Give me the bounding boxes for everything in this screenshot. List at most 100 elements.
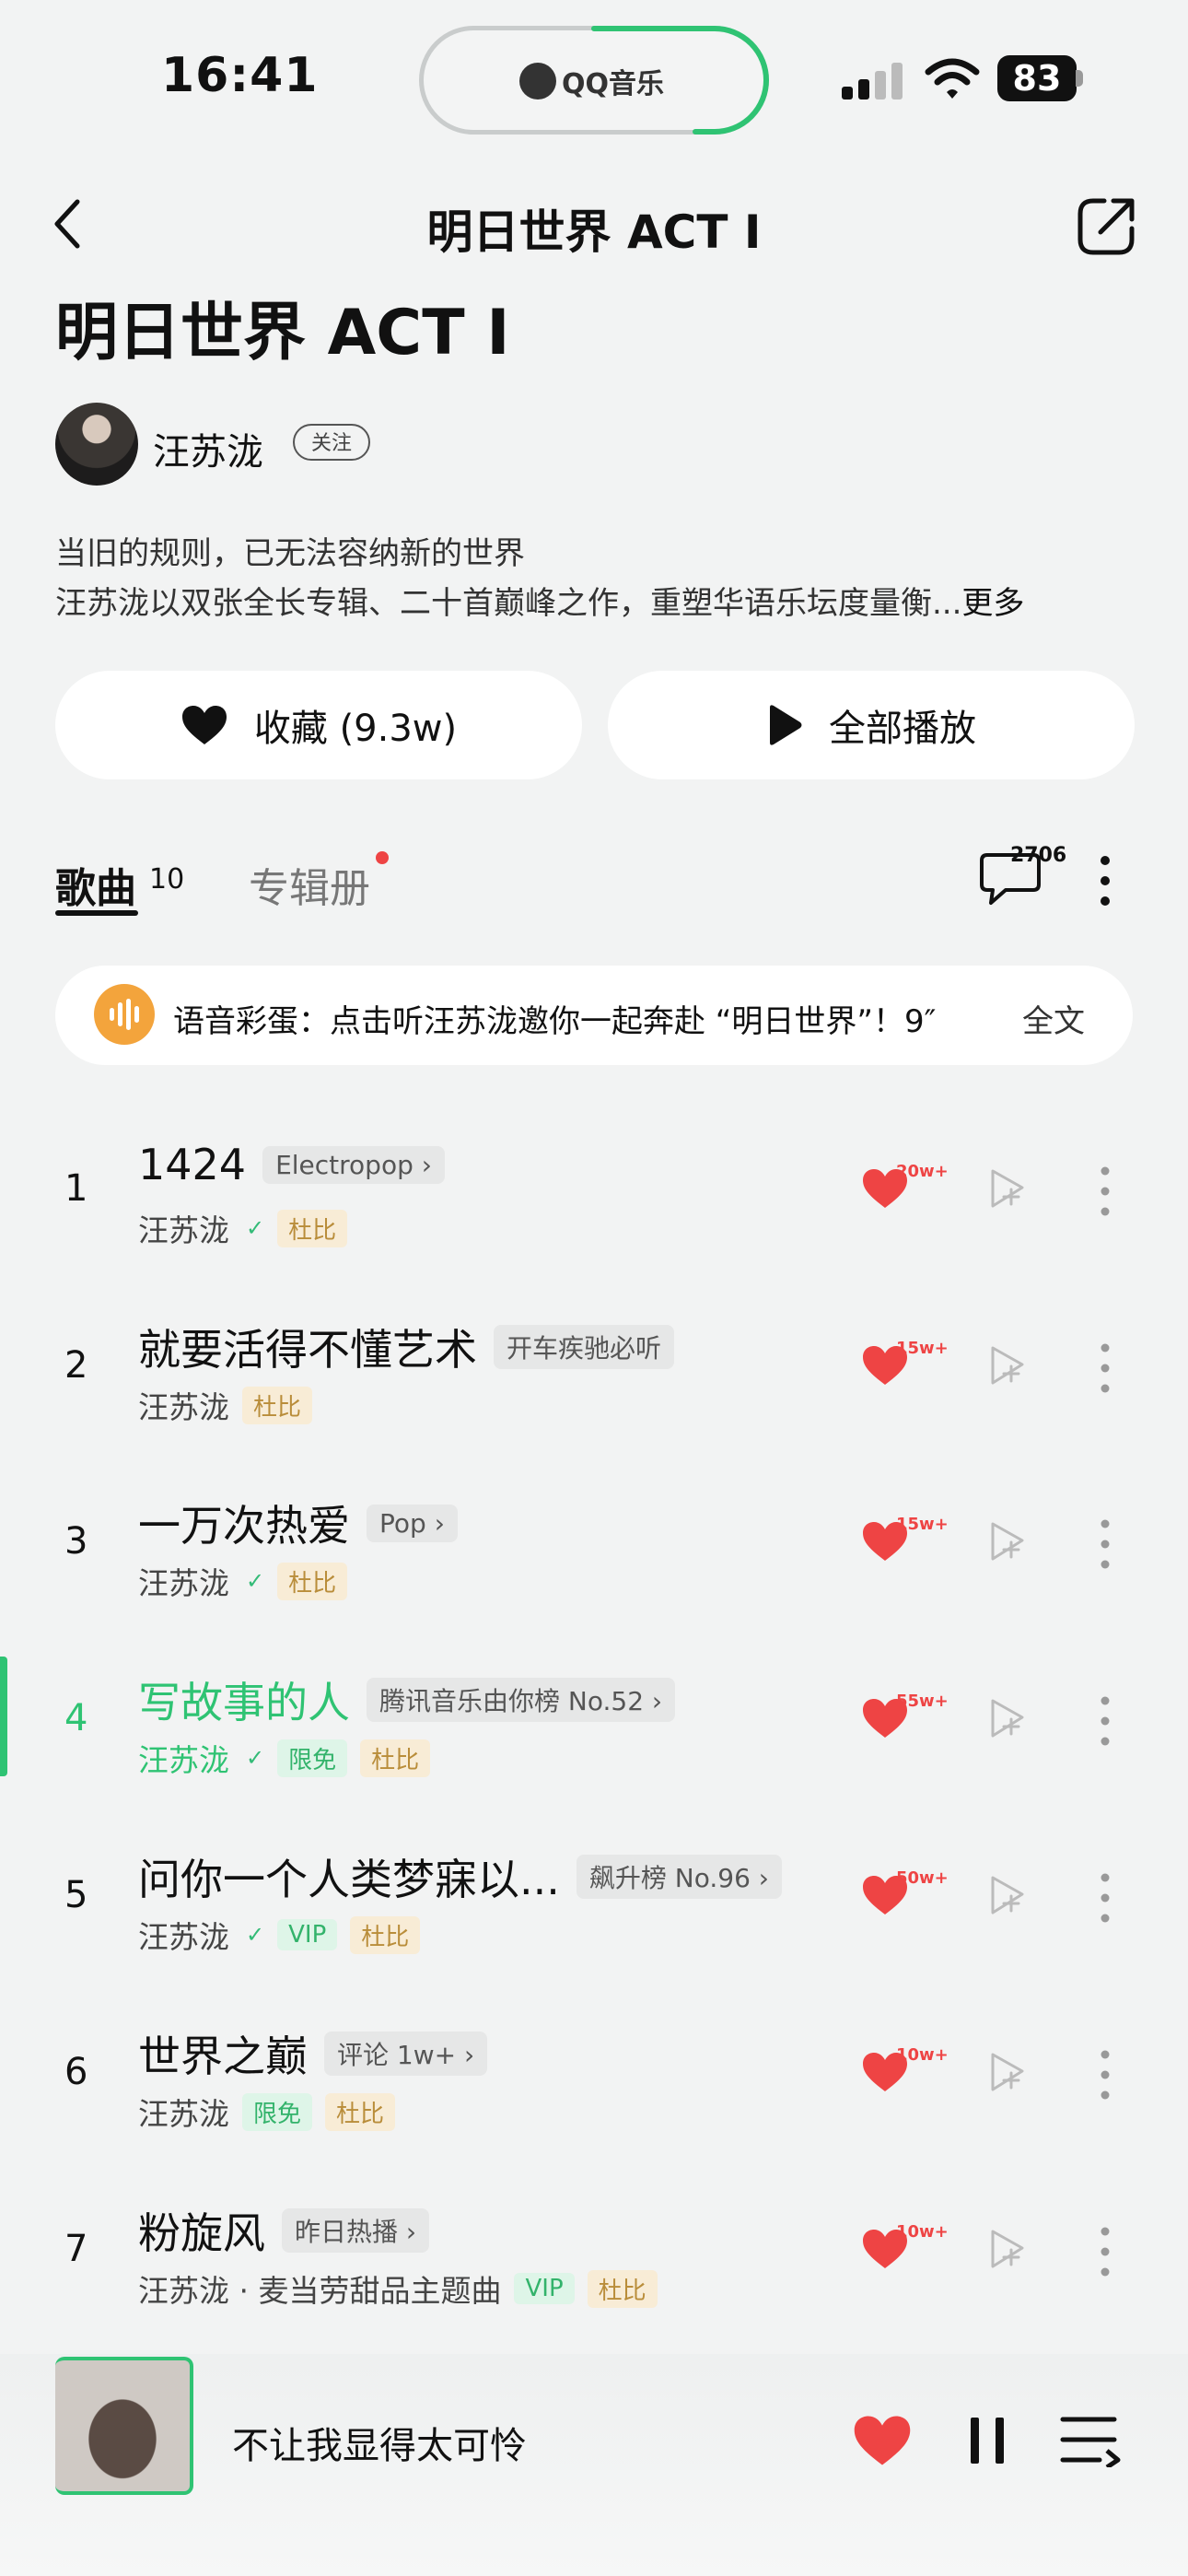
verified-check-icon: ✓ — [246, 1568, 265, 1594]
song-number: 1 — [64, 1167, 88, 1210]
share-icon[interactable] — [1073, 193, 1139, 260]
song-tag[interactable]: 评论 1w+ › — [324, 2032, 488, 2076]
dolby-badge: 杜比 — [277, 1562, 348, 1600]
description-more-link[interactable]: 更多 — [961, 585, 1024, 622]
song-tag[interactable]: Electropop › — [262, 1145, 445, 1184]
player-like-icon[interactable] — [852, 2414, 913, 2467]
add-to-playlist-icon[interactable] — [985, 1872, 1030, 1920]
song-number: 4 — [64, 1697, 88, 1739]
song-number: 2 — [64, 1344, 88, 1387]
album-description-line1: 当旧的规则，已无法容纳新的世界 — [55, 535, 525, 572]
verified-check-icon: ✓ — [246, 1745, 265, 1771]
more-vertical-icon[interactable] — [1096, 1342, 1114, 1394]
more-vertical-icon[interactable] — [1096, 855, 1114, 907]
battery-cap — [1076, 70, 1083, 87]
voice-wave-icon — [94, 984, 155, 1045]
song-tag[interactable]: 昨日热播 › — [282, 2208, 430, 2253]
wifi-icon — [925, 58, 980, 99]
song-row[interactable]: 1 1424 Electropop › 汪苏泷 ✓ 杜比 20w+ — [0, 1119, 1188, 1267]
song-badge: VIP — [277, 1919, 338, 1950]
player-song-title: 不让我显得太可怜 — [232, 2425, 527, 2467]
player-album-cover[interactable] — [55, 2357, 193, 2495]
play-all-label: 全部播放 — [829, 708, 976, 750]
song-row[interactable]: 7 粉旋风 昨日热播 › 汪苏泷 · 麦当劳甜品主题曲 VIP 杜比 10w+ — [0, 2180, 1188, 2327]
song-row[interactable]: 4 写故事的人 腾讯音乐由你榜 No.52 › 汪苏泷 ✓ 限免 杜比 55w+ — [0, 1649, 1188, 1797]
follow-button[interactable]: 关注 — [293, 424, 370, 461]
voice-banner-full-link[interactable]: 全文 — [1022, 996, 1085, 1041]
more-vertical-icon[interactable] — [1096, 1165, 1114, 1217]
more-vertical-icon[interactable] — [1096, 1695, 1114, 1747]
artist-name[interactable]: 汪苏泷 — [153, 422, 263, 475]
song-like-count: 50w+ — [896, 1868, 949, 1888]
comment-count: 2706 — [1010, 844, 1067, 867]
collect-label: 收藏 (9.3w) — [253, 708, 458, 750]
song-artist: 汪苏泷 — [138, 1919, 229, 1955]
song-tag[interactable]: 腾讯音乐由你榜 No.52 › — [367, 1678, 676, 1722]
add-to-playlist-icon[interactable] — [985, 2049, 1030, 2097]
tab-songs[interactable]: 歌曲 — [55, 855, 136, 914]
songs-count: 10 — [149, 863, 185, 896]
more-vertical-icon[interactable] — [1096, 2049, 1114, 2101]
song-title: 粉旋风 — [138, 2208, 265, 2258]
play-all-button[interactable]: 全部播放 — [608, 671, 1135, 779]
album-description-line2: 汪苏泷以双张全长专辑、二十首巅峰之作，重塑华语乐坛度量衡...更多 — [55, 578, 1024, 623]
verified-check-icon: ✓ — [246, 1215, 265, 1241]
song-badge: 限免 — [277, 1739, 348, 1777]
song-title: 1424 — [138, 1140, 247, 1189]
song-tag[interactable]: 开车疾驰必听 — [494, 1325, 675, 1369]
song-row[interactable]: 5 问你一个人类梦寐以... 飙升榜 No.96 › 汪苏泷 ✓ VIP 杜比 … — [0, 1826, 1188, 1973]
more-vertical-icon[interactable] — [1096, 1872, 1114, 1924]
dolby-badge: 杜比 — [360, 1739, 431, 1777]
song-number: 5 — [64, 1874, 88, 1916]
heart-icon — [181, 706, 227, 744]
song-like-count: 10w+ — [896, 2222, 949, 2242]
active-tab-indicator — [55, 910, 138, 916]
song-row[interactable]: 3 一万次热爱 Pop › 汪苏泷 ✓ 杜比 15w+ — [0, 1472, 1188, 1620]
playlist-queue-icon[interactable] — [1059, 2414, 1122, 2467]
song-tag[interactable]: Pop › — [367, 1504, 458, 1542]
tab-booklet[interactable]: 专辑册 — [249, 855, 370, 914]
add-to-playlist-icon[interactable] — [985, 1695, 1030, 1743]
collect-button[interactable]: 收藏 (9.3w) — [55, 671, 582, 779]
artist-avatar[interactable] — [55, 403, 138, 486]
cellular-signal-icon — [842, 63, 903, 100]
dolby-badge: 杜比 — [325, 2092, 396, 2131]
qq-music-logo-icon — [519, 63, 556, 100]
add-to-playlist-icon[interactable] — [985, 1165, 1030, 1213]
song-title: 就要活得不懂艺术 — [138, 1325, 477, 1375]
song-row[interactable]: 6 世界之巅 评论 1w+ › 汪苏泷 限免 杜比 10w+ — [0, 2003, 1188, 2150]
song-title: 写故事的人 — [138, 1678, 350, 1727]
add-to-playlist-icon[interactable] — [985, 1518, 1030, 1566]
song-number: 7 — [64, 2228, 88, 2270]
song-number: 6 — [64, 2051, 88, 2093]
song-title: 世界之巅 — [138, 2032, 308, 2081]
song-title: 一万次热爱 — [138, 1501, 350, 1551]
song-like-count: 20w+ — [896, 1162, 949, 1181]
song-artist: 汪苏泷 · 麦当劳甜品主题曲 — [138, 2273, 502, 2309]
more-vertical-icon[interactable] — [1096, 1518, 1114, 1570]
song-artist: 汪苏泷 — [138, 1565, 229, 1601]
add-to-playlist-icon[interactable] — [985, 2226, 1030, 2274]
song-like-count: 55w+ — [896, 1692, 949, 1711]
app-indicator-label: QQ音乐 — [562, 68, 665, 100]
battery-indicator: 83 — [997, 55, 1077, 101]
app-indicator: QQ音乐 — [519, 61, 664, 101]
song-like-count: 10w+ — [896, 2045, 949, 2065]
song-badge: VIP — [514, 2273, 575, 2304]
pause-icon[interactable] — [967, 2414, 1007, 2467]
dolby-badge: 杜比 — [277, 1209, 348, 1247]
play-icon — [770, 705, 802, 745]
more-vertical-icon[interactable] — [1096, 2226, 1114, 2277]
voice-banner-text: 语音彩蛋：点击听汪苏泷邀你一起奔赴 “明日世界”！9″ — [173, 1003, 937, 1040]
status-time: 16:41 — [161, 48, 319, 103]
song-artist: 汪苏泷 — [138, 1742, 229, 1778]
song-like-count: 15w+ — [896, 1339, 949, 1358]
song-badge: 限免 — [242, 2092, 313, 2131]
song-artist: 汪苏泷 — [138, 1212, 229, 1248]
verified-check-icon: ✓ — [246, 1922, 265, 1948]
add-to-playlist-icon[interactable] — [985, 1342, 1030, 1390]
album-title: 明日世界 ACT I — [55, 297, 510, 369]
song-tag[interactable]: 飙升榜 No.96 › — [576, 1855, 782, 1899]
dolby-badge: 杜比 — [242, 1386, 313, 1424]
song-row[interactable]: 2 就要活得不懂艺术 开车疾驰必听 汪苏泷 杜比 15w+ — [0, 1296, 1188, 1444]
